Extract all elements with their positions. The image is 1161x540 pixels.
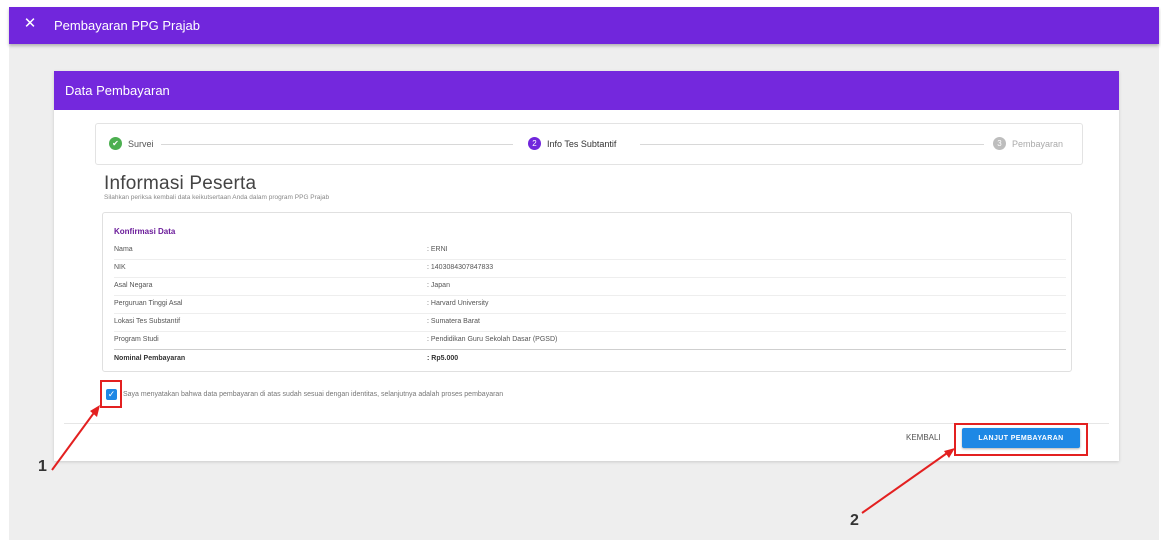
annotation-arrows: [51, 405, 955, 514]
arrow-2-head: [944, 448, 955, 458]
arrow-1-line: [51, 409, 97, 471]
arrow-2-line: [861, 450, 951, 514]
annotation-label-2: 2: [850, 512, 859, 529]
annotation-label-1: 1: [38, 458, 47, 475]
